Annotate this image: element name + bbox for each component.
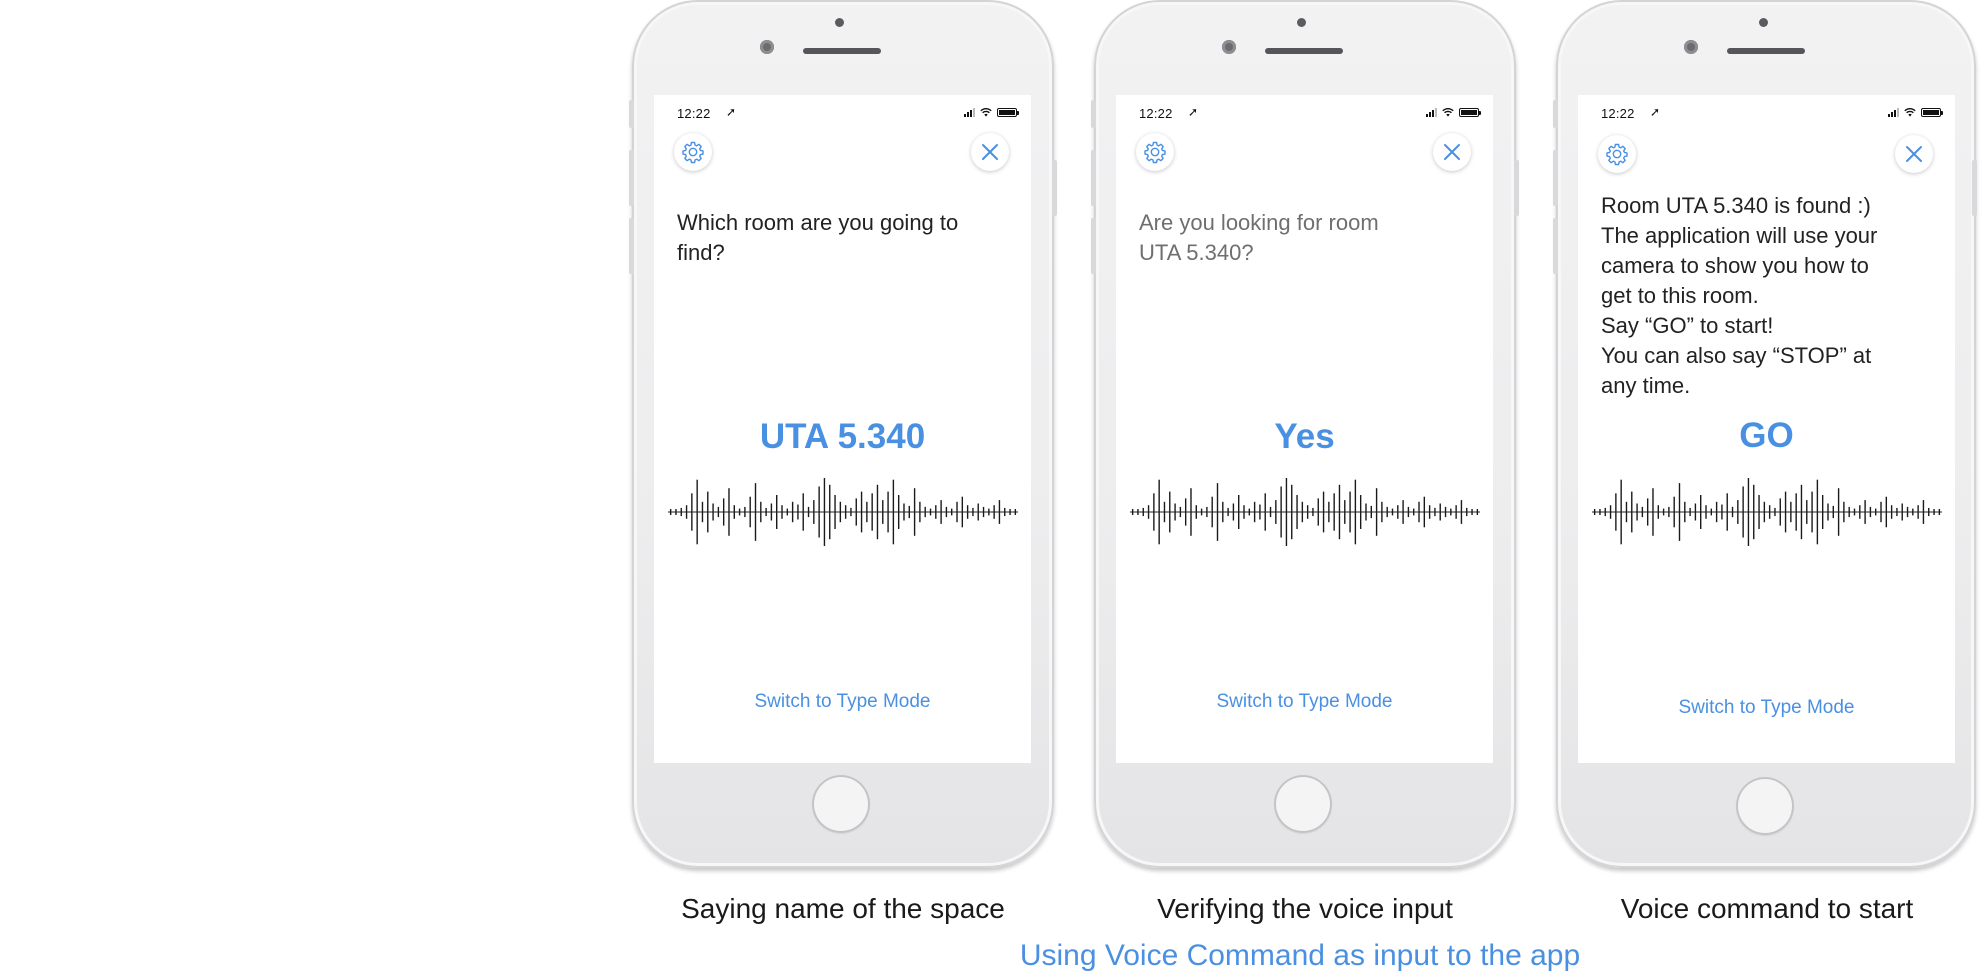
earpiece-speaker	[1265, 48, 1343, 54]
settings-button[interactable]	[1598, 135, 1636, 173]
phone-mockup-2: 12:22 ➚ Are you looking for room UTA 5.3…	[1091, 0, 1519, 868]
gear-icon	[682, 141, 704, 164]
switch-to-type-mode-link[interactable]: Switch to Type Mode	[1116, 691, 1493, 713]
battery-icon	[1459, 107, 1481, 117]
battery-icon	[997, 107, 1019, 117]
wifi-icon	[980, 107, 992, 117]
status-icons	[964, 107, 1019, 117]
status-icons	[1426, 107, 1481, 117]
switch-to-type-mode-link[interactable]: Switch to Type Mode	[1578, 697, 1955, 719]
phone-mockup-1: 12:22 ➚ Which room are you going to find…	[629, 0, 1057, 868]
recognized-text: Yes	[1274, 417, 1335, 456]
battery-icon	[1921, 107, 1943, 117]
prompt-line: camera to show you how to	[1601, 253, 1869, 278]
volume-down-button	[1091, 218, 1096, 274]
power-button	[1972, 160, 1977, 216]
gear-icon	[1606, 143, 1628, 166]
close-icon	[982, 144, 998, 160]
phone-mockup-3: 12:22 ➚ Room UTA 5.340 is found :) The a…	[1553, 0, 1977, 868]
close-button[interactable]	[1433, 133, 1471, 171]
volume-up-button	[1091, 150, 1096, 206]
home-button[interactable]	[1274, 775, 1332, 833]
signal-icon	[1426, 107, 1437, 117]
prompt-line: You can also say “STOP” at	[1601, 343, 1872, 368]
mute-switch	[629, 100, 634, 128]
wifi-icon	[1904, 107, 1916, 117]
caption-screen-2: Verifying the voice input	[1157, 893, 1453, 924]
prompt-line: Are you looking for room	[1139, 210, 1379, 235]
location-arrow-icon: ➚	[1188, 105, 1199, 119]
voice-prompt: Are you looking for room UTA 5.340?	[1139, 208, 1484, 268]
prompt-line: UTA 5.340?	[1139, 240, 1254, 265]
status-time: 12:22	[1139, 106, 1173, 121]
front-camera	[1222, 40, 1236, 54]
front-camera	[1684, 40, 1698, 54]
waveform-icon	[668, 478, 1018, 546]
earpiece-speaker	[1727, 48, 1805, 54]
waveform-icon	[1592, 478, 1942, 546]
home-button[interactable]	[1736, 777, 1794, 835]
wifi-icon	[1442, 107, 1454, 117]
prompt-line: The application will use your	[1601, 223, 1878, 248]
power-button	[1052, 160, 1057, 216]
signal-icon	[964, 107, 975, 117]
proximity-sensor	[1759, 18, 1768, 27]
voice-prompt: Room UTA 5.340 is found :) The applicati…	[1601, 191, 1946, 401]
prompt-line: Which room are you going to	[677, 210, 959, 235]
proximity-sensor	[835, 18, 844, 27]
prompt-line: any time.	[1601, 373, 1691, 398]
settings-button[interactable]	[1136, 133, 1174, 171]
close-button[interactable]	[971, 133, 1009, 171]
home-button[interactable]	[812, 775, 870, 833]
location-arrow-icon: ➚	[1650, 105, 1661, 119]
mute-switch	[1553, 100, 1558, 128]
close-icon	[1906, 146, 1922, 162]
close-icon	[1444, 144, 1460, 160]
signal-icon	[1888, 107, 1899, 117]
gear-icon	[1144, 141, 1166, 164]
recognized-text: UTA 5.340	[759, 417, 926, 456]
app-screen: 12:22 ➚ Are you looking for room UTA 5.3…	[1116, 95, 1493, 763]
power-button	[1514, 160, 1519, 216]
status-time: 12:22	[677, 106, 711, 121]
volume-up-button	[629, 150, 634, 206]
recognized-text: GO	[1739, 416, 1794, 455]
earpiece-speaker	[803, 48, 881, 54]
switch-to-type-mode-link[interactable]: Switch to Type Mode	[654, 691, 1031, 713]
proximity-sensor	[1297, 18, 1306, 27]
settings-button[interactable]	[674, 133, 712, 171]
figure-title: Using Voice Command as input to the app	[1019, 939, 1581, 972]
app-screen: 12:22 ➚ Which room are you going to find…	[654, 95, 1031, 763]
status-time: 12:22	[1601, 106, 1635, 121]
close-button[interactable]	[1895, 135, 1933, 173]
voice-prompt: Which room are you going to find?	[677, 208, 1022, 268]
prompt-line: Room UTA 5.340 is found :)	[1601, 193, 1871, 218]
prompt-line: Say “GO” to start!	[1601, 313, 1774, 338]
waveform-icon	[1130, 478, 1480, 546]
status-icons	[1888, 107, 1943, 117]
volume-down-button	[1553, 218, 1558, 274]
location-arrow-icon: ➚	[726, 105, 737, 119]
prompt-line: find?	[677, 240, 725, 265]
caption-screen-3: Voice command to start	[1620, 893, 1914, 924]
mute-switch	[1091, 100, 1096, 128]
caption-screen-1: Saying name of the space	[681, 893, 1005, 924]
volume-down-button	[629, 218, 634, 274]
prompt-line: get to this room.	[1601, 283, 1759, 308]
front-camera	[760, 40, 774, 54]
volume-up-button	[1553, 150, 1558, 206]
app-screen: 12:22 ➚ Room UTA 5.340 is found :) The a…	[1578, 95, 1955, 763]
